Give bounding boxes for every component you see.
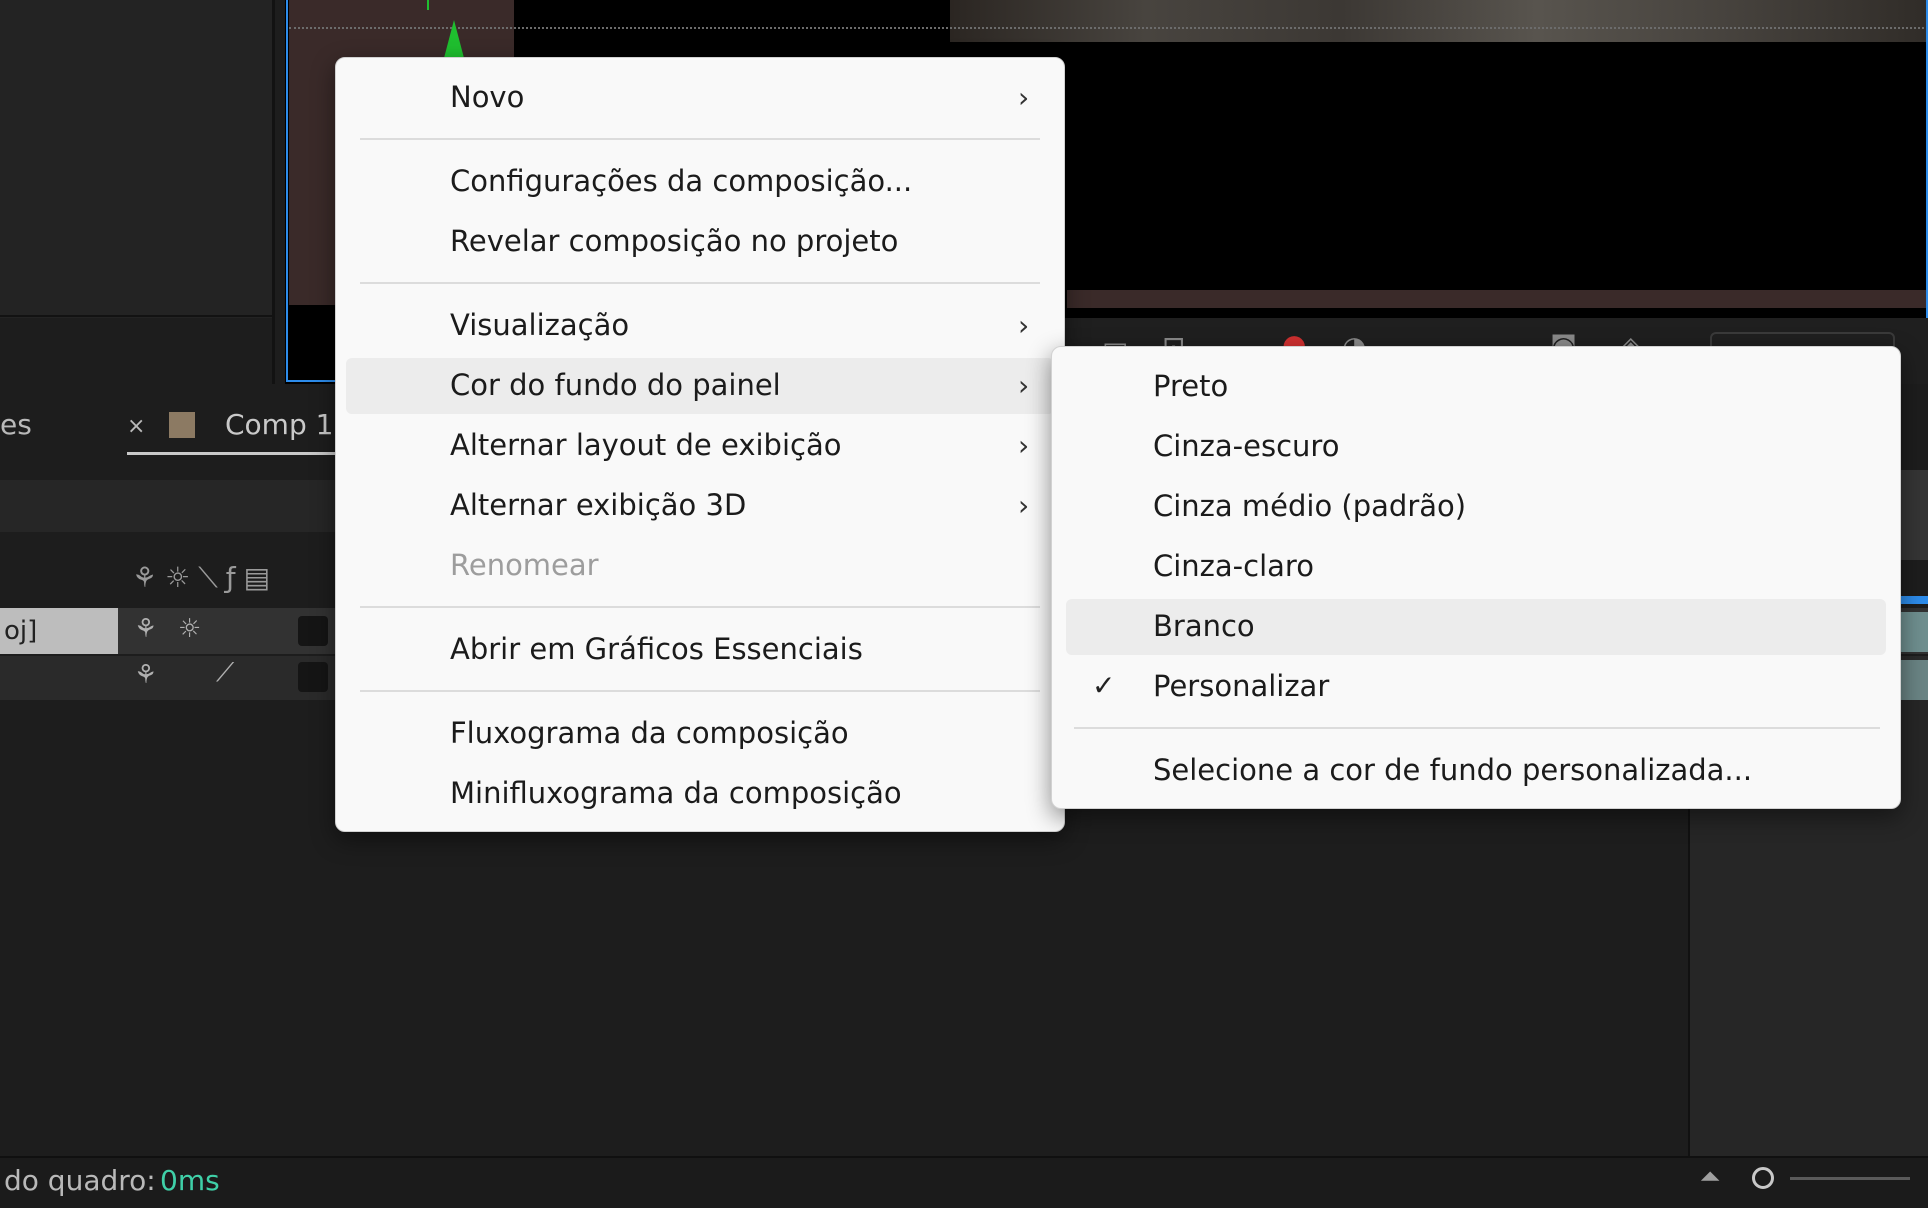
menu-item-label: Revelar composição no projeto [450, 224, 899, 258]
menu-item-label: Cinza médio (padrão) [1153, 489, 1467, 523]
comp-color-swatch [169, 412, 195, 438]
layer-switch-box[interactable] [298, 662, 328, 692]
submenu-item-cinza-claro[interactable]: Cinza-claro [1066, 539, 1886, 595]
chevron-right-icon: › [1018, 81, 1030, 114]
menu-item-composition-mini-flowchart[interactable]: Minifluxograma da composição [346, 766, 1054, 822]
panel-divider [0, 315, 272, 317]
menu-item-composition-flowchart[interactable]: Fluxograma da composição [346, 706, 1054, 762]
active-tab-indicator [127, 452, 337, 455]
background-color-submenu: Preto Cinza-escuro Cinza médio (padrão) … [1051, 346, 1901, 809]
menu-item-rename: Renomear [346, 538, 1054, 594]
menu-item-novo[interactable]: Novo › [346, 70, 1054, 126]
layer-name[interactable]: oj] [0, 608, 118, 654]
submenu-item-personalizar[interactable]: ✓ Personalizar [1066, 659, 1886, 715]
menu-item-reveal-in-project[interactable]: Revelar composição no projeto [346, 214, 1054, 270]
tab-comp-1[interactable]: Comp 1 [225, 408, 333, 441]
menu-item-panel-background-color[interactable]: Cor do fundo do painel › [346, 358, 1054, 414]
menu-item-label: Alternar layout de exibição [450, 428, 842, 462]
menu-item-label: Configurações da composição... [450, 164, 913, 198]
chevron-right-icon: › [1018, 369, 1030, 402]
zoom-slider-track[interactable] [1790, 1177, 1910, 1180]
menu-separator [360, 690, 1040, 692]
zoom-slider-knob[interactable] [1752, 1167, 1774, 1189]
frame-render-time-label: do quadro: [4, 1164, 156, 1197]
menu-item-preview[interactable]: Visualização › [346, 298, 1054, 354]
collapse-switch-icon[interactable]: ☼ [178, 614, 201, 644]
menu-item-toggle-view-layout[interactable]: Alternar layout de exibição › [346, 418, 1054, 474]
menu-item-label: Abrir em Gráficos Essenciais [450, 632, 863, 666]
layer-duration-bar[interactable] [1900, 612, 1928, 652]
quality-switch-icon[interactable]: ⟋ [216, 658, 234, 689]
menu-item-toggle-3d-view[interactable]: Alternar exibição 3D › [346, 478, 1054, 534]
menu-separator [360, 138, 1040, 140]
tab-close-icon[interactable]: × [127, 414, 145, 439]
menu-item-label: Cinza-claro [1153, 549, 1314, 583]
viewer-context-menu: Novo › Configurações da composição... Re… [335, 57, 1065, 832]
submenu-item-branco[interactable]: Branco [1066, 599, 1886, 655]
zoom-out-mountain-icon[interactable]: ⏶ [1700, 1162, 1721, 1193]
chevron-right-icon: › [1018, 309, 1030, 342]
menu-separator [360, 606, 1040, 608]
menu-item-label: Minifluxograma da composição [450, 776, 902, 810]
frame-render-time-value: 0ms [160, 1164, 220, 1197]
menu-item-label: Selecione a cor de fundo personalizada..… [1153, 753, 1753, 787]
menu-item-label: Visualização [450, 308, 630, 342]
menu-item-label: Preto [1153, 369, 1229, 403]
menu-item-label: Alternar exibição 3D [450, 488, 747, 522]
menu-item-label: Personalizar [1153, 669, 1330, 703]
menu-item-label: Novo [450, 80, 525, 114]
submenu-item-cinza-escuro[interactable]: Cinza-escuro [1066, 419, 1886, 475]
tab-label-partial[interactable]: es [0, 408, 32, 441]
menu-separator [1074, 727, 1880, 729]
panel-divider[interactable] [272, 0, 275, 384]
menu-separator [360, 282, 1040, 284]
layer-duration-bar[interactable] [1900, 660, 1928, 700]
work-area-bar[interactable] [1900, 596, 1928, 604]
checkmark-icon: ✓ [1092, 669, 1116, 702]
menu-item-label: Branco [1153, 609, 1255, 643]
timeline-right-strip [1900, 470, 1928, 560]
status-bar [0, 1156, 1928, 1208]
submenu-item-select-custom-color[interactable]: Selecione a cor de fundo personalizada..… [1066, 743, 1886, 799]
project-panel [0, 0, 275, 318]
layer-switches-icons: ⚘☼⟍ƒ▤ [132, 561, 279, 594]
shy-switch-icon[interactable]: ⚘ [134, 660, 157, 690]
menu-item-label: Renomear [450, 548, 599, 582]
chevron-right-icon: › [1018, 429, 1030, 462]
submenu-item-cinza-medio[interactable]: Cinza médio (padrão) [1066, 479, 1886, 535]
menu-item-label: Cor do fundo do painel [450, 368, 781, 402]
menu-item-composition-settings[interactable]: Configurações da composição... [346, 154, 1054, 210]
layer-switch-box[interactable] [298, 616, 328, 646]
menu-item-open-essential-graphics[interactable]: Abrir em Gráficos Essenciais [346, 622, 1054, 678]
menu-item-label: Cinza-escuro [1153, 429, 1340, 463]
chevron-right-icon: › [1018, 489, 1030, 522]
submenu-item-preto[interactable]: Preto [1066, 359, 1886, 415]
menu-item-label: Fluxograma da composição [450, 716, 849, 750]
shy-switch-icon[interactable]: ⚘ [134, 614, 157, 644]
